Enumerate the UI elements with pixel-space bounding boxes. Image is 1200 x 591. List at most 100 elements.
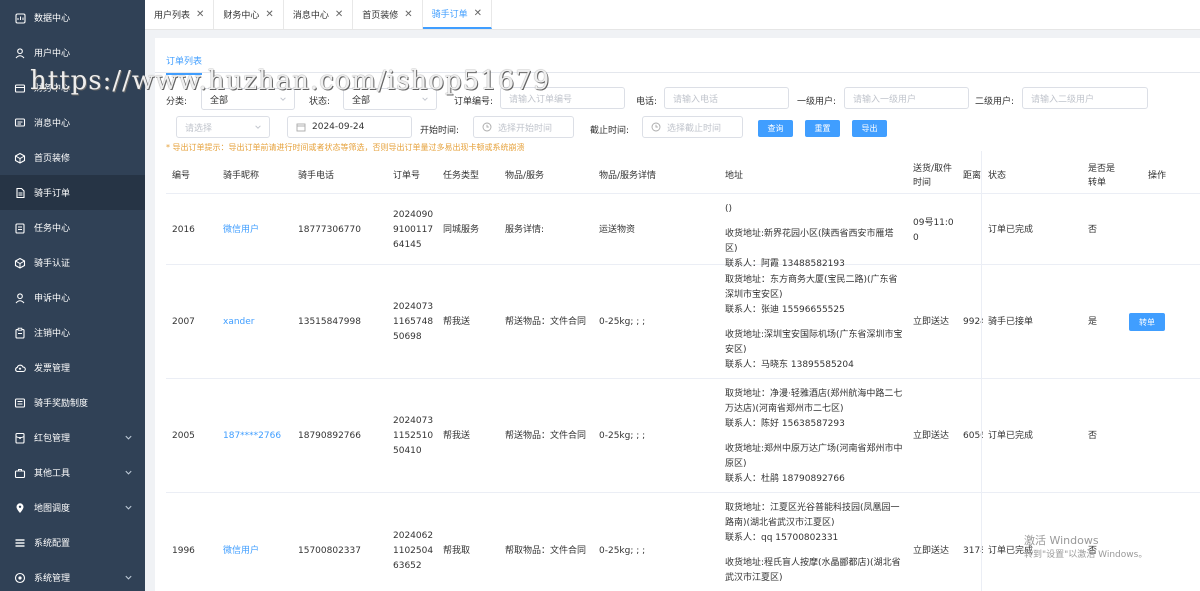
close-icon[interactable]: ✕ (196, 9, 204, 20)
sidebar-item[interactable]: 注销中心 (0, 315, 145, 350)
reset-button[interactable]: 重置 (805, 120, 840, 137)
sidebar-item[interactable]: 发票管理 (0, 350, 145, 385)
address-line: 原区) (725, 459, 747, 469)
tab-label: 消息中心 (292, 10, 329, 21)
address-line: 武汉市江夏区) (725, 573, 783, 583)
address-line: 路南)(湖北省武汉市江夏区) (725, 518, 835, 528)
rider-nickname[interactable]: 微信用户 (223, 544, 259, 559)
transfer-order-button[interactable]: 转单 (1129, 313, 1165, 331)
column-header: 送货/取件时间 (913, 163, 953, 188)
order-number-line: 2024062 (393, 530, 434, 541)
extra-select[interactable]: 请选择 (176, 116, 270, 138)
sidebar-item-label: 消息中心 (34, 119, 71, 129)
sidebar-item[interactable]: 用户中心 (0, 35, 145, 70)
order-id: 2016 (172, 224, 195, 235)
end-time-picker[interactable]: 选择截止时间 (642, 116, 743, 138)
service-detail: 0-25kg; ; ; (599, 545, 646, 556)
tab[interactable]: 骑手订单 ✕ (422, 0, 493, 29)
level1-user-input[interactable]: 请输入一级用户 (844, 87, 969, 109)
main-panel: 订单列表 分类: 全部 状态: 全部 订单编号: 请输入订单编号 电话: 请输入… (155, 38, 1200, 591)
delivery-time-line: 0 (913, 232, 919, 243)
column-header: 状态 (988, 170, 1007, 181)
phone-input[interactable]: 请输入电话 (664, 87, 789, 109)
address-line: 联系人：杜鹃 18790892766 (725, 474, 845, 484)
service: 帮送物品：文件合同 (505, 317, 587, 327)
address-line: 万达店)(河南省郑州市二七区) (725, 404, 844, 414)
delivery-time-line: 立即送达 (913, 317, 950, 327)
sidebar-item[interactable]: 红包管理 (0, 420, 145, 455)
order-number: 2024090 9100117 64145 (393, 208, 433, 253)
order-number-line: 2024073 (393, 302, 434, 312)
redpacket-icon (14, 432, 26, 444)
tab[interactable]: 首页装修 ✕ (353, 0, 423, 29)
sidebar-item[interactable]: 消息中心 (0, 105, 145, 140)
address-line: 收货地址:新界花园小区(陕西省西安市雁塔区) (725, 229, 894, 254)
is-transfer: 是 (1088, 317, 1098, 327)
order-status: 订单已完成 (988, 224, 1034, 235)
task-type: 帮我取 (443, 545, 471, 556)
delivery-time: 立即送达 (913, 544, 949, 559)
service-detail: 运送物资 (599, 224, 636, 235)
distance: 6056 (963, 431, 983, 441)
query-button[interactable]: 查询 (758, 120, 793, 137)
sidebar-item[interactable]: 骑手奖励制度 (0, 385, 145, 420)
start-time-placeholder: 选择开始时间 (498, 123, 553, 134)
service: 服务详情: (505, 224, 545, 235)
task-type: 帮我送 (443, 431, 471, 441)
chevron-down-icon (125, 505, 132, 510)
sidebar-item[interactable]: 任务中心 (0, 210, 145, 245)
rider-nickname[interactable]: 微信用户 (223, 223, 259, 238)
export-button[interactable]: 导出 (852, 120, 887, 137)
close-icon[interactable]: ✕ (265, 9, 273, 20)
user-icon (14, 47, 26, 59)
gear-icon (14, 572, 26, 584)
rider-nickname[interactable]: xander (223, 315, 255, 330)
delivery-time: 立即送达 (913, 315, 949, 330)
address-line: () (725, 204, 733, 214)
close-icon[interactable]: ✕ (335, 9, 343, 20)
order-number-line: 9100117 (393, 224, 434, 235)
sidebar-item-label: 首页装修 (34, 154, 71, 164)
service: 帮送物品：文件合同 (505, 431, 587, 441)
service-detail: 0-25kg; ; ; (599, 431, 646, 441)
level2-user-input[interactable]: 请输入二级用户 (1022, 87, 1148, 109)
user-icon (14, 292, 26, 304)
sidebar-item[interactable]: 首页装修 (0, 140, 145, 175)
date-picker[interactable]: 2024-09-24 (287, 116, 412, 138)
address-line: 取货地址：东方商务大厦(宝民二路)(广东省 (725, 275, 898, 285)
rider-nickname[interactable]: 187****2766 (223, 429, 281, 444)
sidebar-item-label: 系统配置 (34, 539, 71, 549)
sidebar-item[interactable]: 系统配置 (0, 525, 145, 560)
order-id: 1996 (172, 545, 195, 556)
sidebar-item[interactable]: 骑手认证 (0, 245, 145, 280)
close-icon[interactable]: ✕ (474, 8, 482, 19)
address-block: 取货地址：江夏区光谷普能科技园(凤凰园一 路南)(湖北省武汉市江夏区) 联系人：qq… (725, 501, 905, 546)
sidebar-item[interactable]: 系统管理 (0, 560, 145, 591)
chevron-down-icon (422, 97, 428, 101)
task-type: 帮我送 (443, 317, 471, 327)
sidebar-item[interactable]: 数据中心 (0, 0, 145, 35)
sidebar-item[interactable]: 申诉中心 (0, 280, 145, 315)
sidebar-item[interactable]: 其他工具 (0, 455, 145, 490)
distance: 3178 (963, 545, 983, 556)
sidebar-item[interactable]: 骑手订单 (0, 175, 145, 210)
clipboard-icon (14, 327, 26, 339)
address-line: 取货地址：江夏区光谷普能科技园(凤凰园一 (725, 503, 900, 513)
column-header: 地址 (725, 170, 744, 181)
address: 取货地址：江夏区光谷普能科技园(凤凰园一 路南)(湖北省武汉市江夏区) 联系人：qq… (725, 501, 905, 591)
column-header: 任务类型 (443, 170, 480, 181)
tab[interactable]: 用户列表 ✕ (145, 0, 215, 29)
column-header: 是否是转单 (1088, 163, 1116, 188)
tab[interactable]: 消息中心 ✕ (284, 0, 354, 29)
sidebar-item[interactable]: 地图调度 (0, 490, 145, 525)
order-number-line: 1165748 (393, 317, 434, 327)
chevron-down-icon (125, 470, 132, 475)
tools-icon (14, 467, 26, 479)
start-time-picker[interactable]: 选择开始时间 (473, 116, 574, 138)
finance-icon (14, 82, 26, 94)
table-row: 2005 187****2766 18790892766 2024073 1152510… (166, 379, 1200, 493)
tab[interactable]: 财务中心 ✕ (214, 0, 284, 29)
order-number-line: 50698 (393, 332, 422, 342)
close-icon[interactable]: ✕ (404, 9, 412, 20)
level1-user-placeholder: 请输入一级用户 (853, 94, 917, 105)
